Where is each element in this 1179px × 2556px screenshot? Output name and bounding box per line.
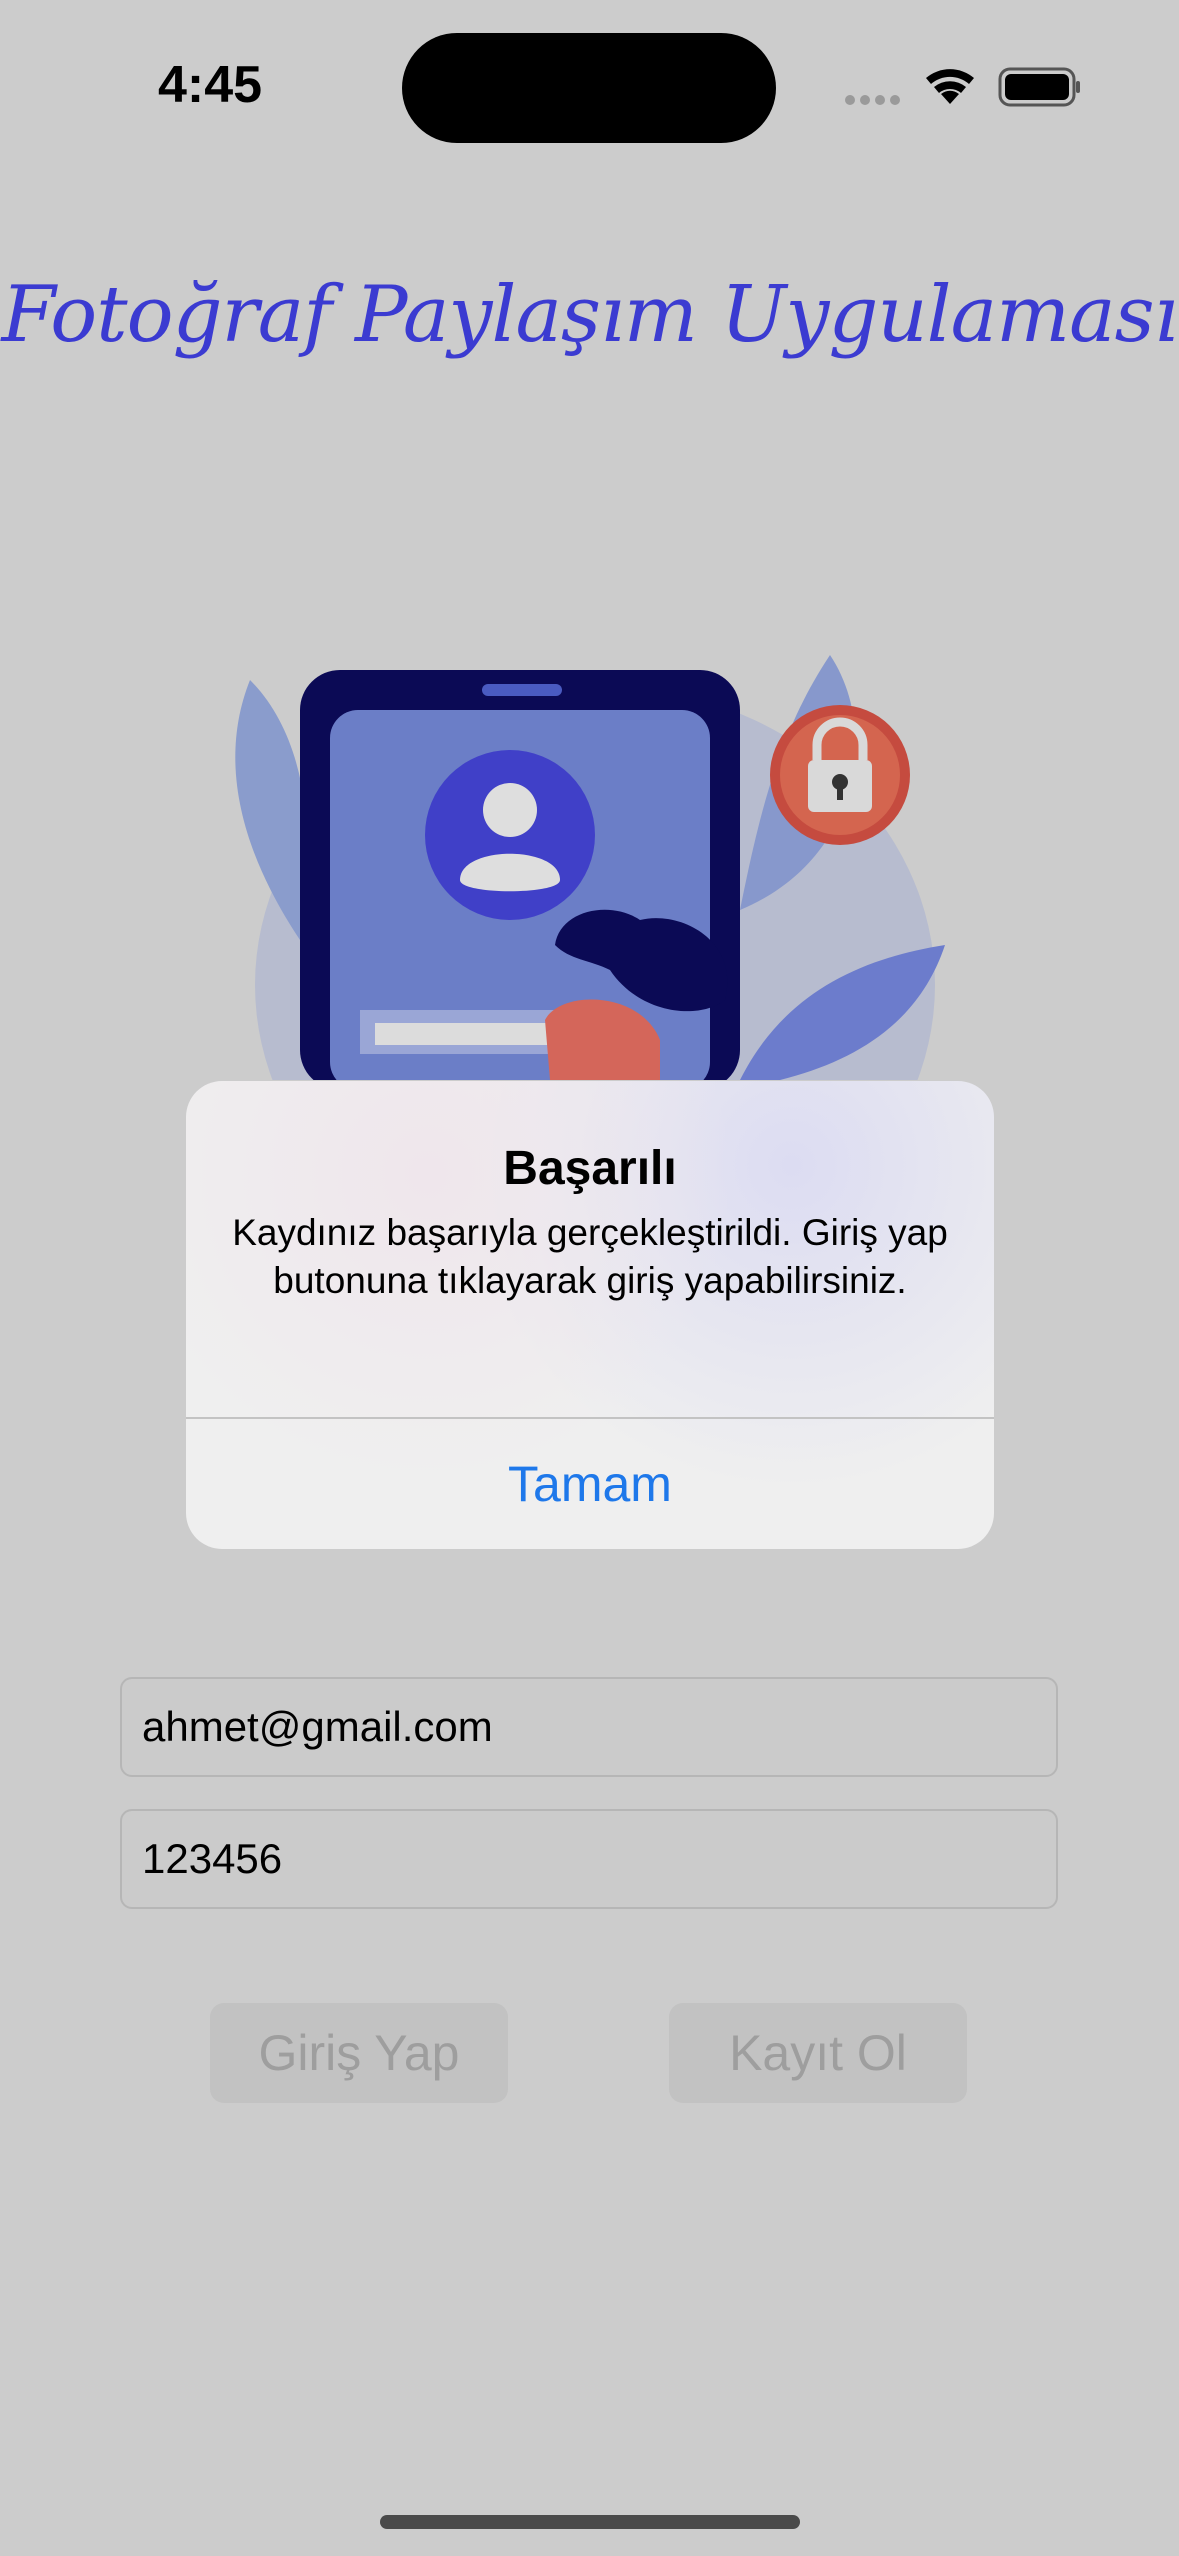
password-field[interactable]: 123456 [120,1809,1058,1909]
status-time: 4:45 [158,56,263,114]
wifi-icon [926,69,974,104]
cellular-signal-icon [845,95,900,105]
dynamic-island [402,33,776,143]
alert-title: Başarılı [503,1142,677,1195]
email-field[interactable]: ahmet@gmail.com [120,1677,1058,1777]
home-indicator[interactable] [380,2515,800,2529]
status-icons [845,67,1080,107]
status-bar: 4:45 [0,0,1179,180]
app-title: Fotoğraf Paylaşım Uygulaması [1,270,1178,360]
success-alert-dialog: Başarılı Kaydınız başarıyla gerçekleştir… [186,1081,994,1549]
alert-message: Kaydınız başarıyla gerçekleştirildi. Gir… [232,1212,948,1301]
login-illustration [235,655,945,1080]
alert-ok-button[interactable]: Tamam [186,1419,994,1549]
battery-icon [998,67,1080,107]
login-button[interactable]: Giriş Yap [210,2003,508,2103]
register-button[interactable]: Kayıt Ol [669,2003,967,2103]
